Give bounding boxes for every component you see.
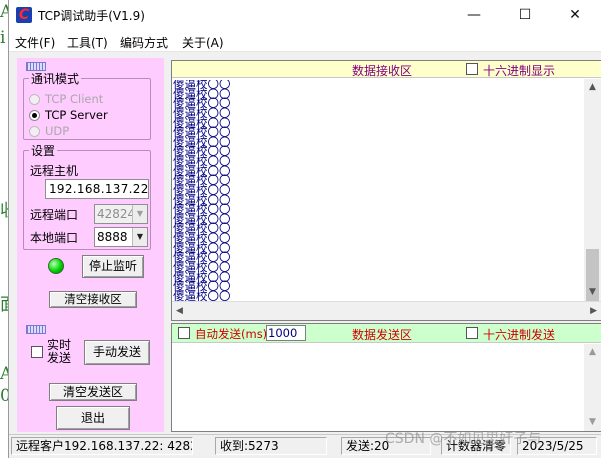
hex-send-checkbox[interactable] — [466, 327, 478, 339]
close-button[interactable]: ✕ — [552, 0, 598, 30]
receive-area: 数据接收区 十六进制显示 傻逼校〇〇 傻逼校〇〇 傻逼校〇〇 傻逼校〇〇 傻逼校… — [171, 60, 601, 321]
radio-tcp-client[interactable]: TCP Client — [29, 92, 103, 106]
realtime-send-label-line2: 发送 — [47, 351, 72, 365]
chevron-down-icon[interactable]: ▼ — [132, 228, 147, 246]
radio-udp[interactable]: UDP — [29, 124, 69, 138]
realtime-send-checkbox[interactable] — [31, 346, 43, 358]
remote-host-label: 远程主机 — [30, 164, 79, 178]
radio-icon — [29, 93, 40, 105]
app-window: C TCP调试助手(V1.9) — ☐ ✕ 文件(F) 工具(T) 编码方式 关… — [8, 0, 601, 458]
hex-display-checkbox[interactable] — [466, 63, 478, 75]
minimize-button[interactable]: — — [451, 0, 497, 30]
local-port-label: 本地端口 — [30, 231, 79, 245]
window-title: TCP调试助手(V1.9) — [38, 9, 145, 23]
settings-title: 设置 — [31, 144, 56, 158]
hex-display-label: 十六进制显示 — [483, 64, 556, 78]
send-panel: 实时 发送 手动发送 清空发送区 退出 — [17, 318, 164, 432]
radio-icon — [29, 125, 40, 137]
local-port-value: 8888 — [97, 230, 128, 244]
send-textarea[interactable] — [174, 346, 582, 430]
exit-button[interactable]: 退出 — [56, 406, 130, 430]
clear-receive-button[interactable]: 清空接收区 — [49, 291, 137, 308]
watermark: CSDN @不如见思奸子与 — [385, 431, 542, 447]
send-header: 自动发送(ms) 1000 数据发送区 十六进制发送 — [172, 324, 601, 343]
menu-bar: 文件(F) 工具(T) 编码方式 关于(A) — [9, 30, 601, 52]
maximize-button[interactable]: ☐ — [502, 0, 548, 30]
radio-icon — [29, 109, 40, 121]
chevron-down-icon[interactable]: ▼ — [132, 205, 147, 223]
menu-encoding[interactable]: 编码方式 — [120, 34, 168, 51]
receive-textarea[interactable]: 傻逼校〇〇 傻逼校〇〇 傻逼校〇〇 傻逼校〇〇 傻逼校〇〇 傻逼校〇〇 傻逼校〇… — [173, 80, 583, 302]
menu-about[interactable]: 关于(A) — [182, 34, 224, 51]
status-received-count: 收到:5273 — [215, 437, 327, 455]
connection-status-led-icon — [48, 258, 64, 274]
remote-port-combo[interactable]: 42824 ▼ — [94, 204, 148, 224]
title-bar[interactable]: C TCP调试助手(V1.9) — ☐ ✕ — [9, 0, 601, 30]
auto-send-interval-input[interactable]: 1000 — [266, 325, 306, 341]
scroll-up-icon[interactable]: ▲ — [584, 344, 601, 361]
send-area-title: 数据发送区 — [352, 328, 413, 342]
receive-horizontal-scrollbar[interactable]: ◀ ▶ — [172, 301, 601, 320]
clear-send-button[interactable]: 清空发送区 — [49, 383, 137, 401]
remote-host-input[interactable]: 192.168.137.22 — [45, 179, 149, 199]
receive-header: 数据接收区 十六进制显示 — [172, 61, 601, 78]
scroll-up-icon[interactable]: ▲ — [584, 79, 601, 96]
scroll-right-icon[interactable]: ▶ — [590, 302, 597, 321]
realtime-send-label: 实时 发送 — [47, 339, 71, 365]
app-icon: C — [16, 7, 32, 23]
radio-tcp-server[interactable]: TCP Server — [29, 108, 108, 122]
receive-area-title: 数据接收区 — [352, 64, 413, 78]
stop-listen-button[interactable]: 停止监听 — [82, 255, 144, 278]
send-vertical-scrollbar[interactable]: ▲ ▼ — [584, 344, 601, 431]
auto-send-checkbox[interactable] — [178, 327, 190, 339]
scroll-down-icon[interactable]: ▼ — [584, 284, 601, 301]
receive-vertical-scrollbar[interactable]: ▲ ▼ — [584, 79, 601, 301]
background-text: i — [0, 28, 6, 48]
scroll-left-icon[interactable]: ◀ — [176, 302, 183, 321]
auto-send-label: 自动发送(ms) — [195, 327, 268, 341]
comm-mode-title: 通讯模式 — [31, 72, 80, 86]
remote-port-value: 42824 — [97, 207, 136, 221]
scroll-down-icon[interactable]: ▼ — [584, 414, 601, 431]
remote-port-label: 远程端口 — [30, 208, 79, 222]
local-port-combo[interactable]: 8888 ▼ — [94, 227, 148, 247]
manual-send-button[interactable]: 手动发送 — [84, 340, 150, 365]
status-remote-client: 远程客户192.168.137.22: 42824 — [11, 437, 193, 455]
send-area: 自动发送(ms) 1000 数据发送区 十六进制发送 ▲ ▼ — [171, 323, 601, 432]
menu-tools[interactable]: 工具(T) — [67, 34, 108, 51]
radio-label: TCP Server — [45, 108, 108, 122]
hex-send-label: 十六进制发送 — [483, 328, 556, 342]
radio-label: UDP — [45, 124, 70, 138]
menu-file[interactable]: 文件(F) — [15, 34, 55, 51]
radio-label: TCP Client — [45, 92, 104, 106]
panel-grip-icon — [26, 325, 46, 334]
